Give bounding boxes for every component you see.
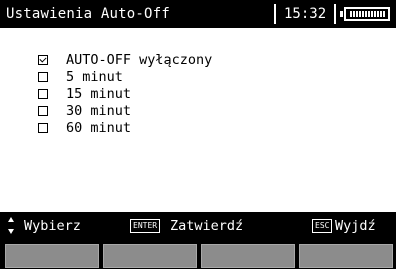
checkbox[interactable] xyxy=(38,123,48,133)
checkbox[interactable] xyxy=(38,89,48,99)
softkey-bar xyxy=(0,240,396,269)
esc-key-icon: ESC xyxy=(312,219,333,233)
confirm-hint: Zatwierdź xyxy=(170,218,244,234)
battery-terminal xyxy=(340,11,343,17)
header-divider xyxy=(334,4,336,24)
battery-icon xyxy=(340,7,390,21)
option-auto-off-disabled[interactable]: AUTO-OFF wyłączony xyxy=(38,52,212,69)
option-label: 60 minut xyxy=(66,120,132,136)
battery-fill xyxy=(350,11,386,17)
screen-title: Ustawienia Auto-Off xyxy=(6,6,170,22)
up-down-arrows-icon xyxy=(6,215,16,237)
softkey-4[interactable] xyxy=(299,244,393,268)
checkbox[interactable] xyxy=(38,55,48,65)
option-5-minutes[interactable]: 5 minut xyxy=(38,69,123,86)
softkey-2[interactable] xyxy=(103,244,197,268)
option-15-minutes[interactable]: 15 minut xyxy=(38,86,131,103)
clock-time: 15:32 xyxy=(284,6,327,22)
option-label: 30 minut xyxy=(66,103,132,119)
softkey-3[interactable] xyxy=(201,244,295,268)
header-divider xyxy=(274,4,276,24)
checkbox[interactable] xyxy=(38,106,48,116)
auto-off-options: AUTO-OFF wyłączony 5 minut 15 minut 30 m… xyxy=(38,52,212,137)
header-bar: Ustawienia Auto-Off 15:32 xyxy=(0,0,396,28)
option-label: AUTO-OFF wyłączony xyxy=(66,52,213,68)
select-hint: Wybierz xyxy=(24,218,81,234)
exit-hint: Wyjdź xyxy=(335,218,376,234)
enter-key-icon: ENTER xyxy=(130,219,161,233)
softkey-1[interactable] xyxy=(5,244,99,268)
option-60-minutes[interactable]: 60 minut xyxy=(38,120,131,137)
option-label: 5 minut xyxy=(66,69,123,85)
device-screen: Ustawienia Auto-Off 15:32 AUTO-OFF wyłąc… xyxy=(0,0,396,269)
option-30-minutes[interactable]: 30 minut xyxy=(38,103,131,120)
footer-hint-bar: Wybierz ENTER Zatwierdź ESC Wyjdź xyxy=(0,212,396,240)
option-label: 15 minut xyxy=(66,86,132,102)
checkbox[interactable] xyxy=(38,72,48,82)
